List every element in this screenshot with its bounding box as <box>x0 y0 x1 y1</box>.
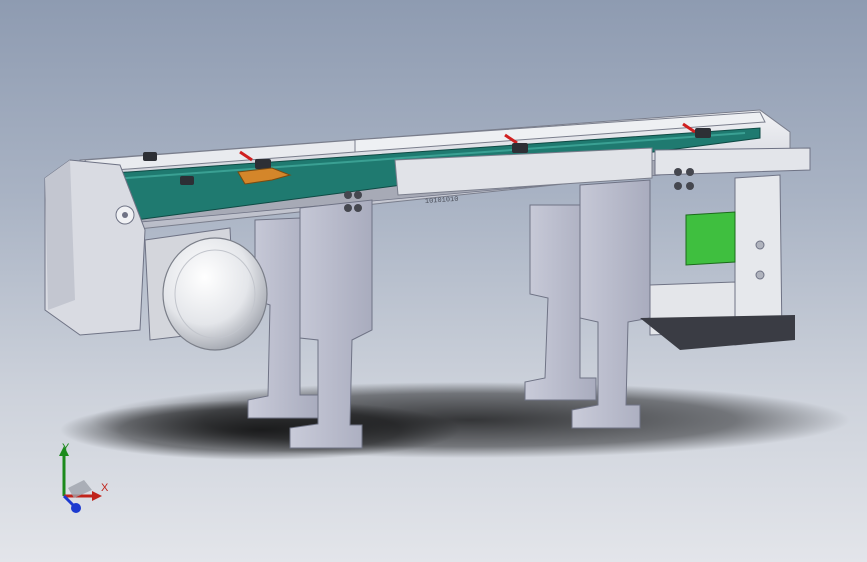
graphics-viewport[interactable]: 10101010 Y X <box>0 0 867 562</box>
conveyor-3d-model[interactable]: 10101010 <box>0 0 867 562</box>
triad-axes-icon <box>59 446 102 513</box>
coordinate-triad: Y X <box>44 438 114 518</box>
ground-shadow <box>60 382 850 460</box>
y-axis-label: Y <box>62 442 70 454</box>
tail-end-unit <box>640 147 811 350</box>
drive-motor <box>144 227 268 351</box>
x-axis-label: X <box>101 482 109 494</box>
rail-label: 10101010 <box>425 196 459 206</box>
